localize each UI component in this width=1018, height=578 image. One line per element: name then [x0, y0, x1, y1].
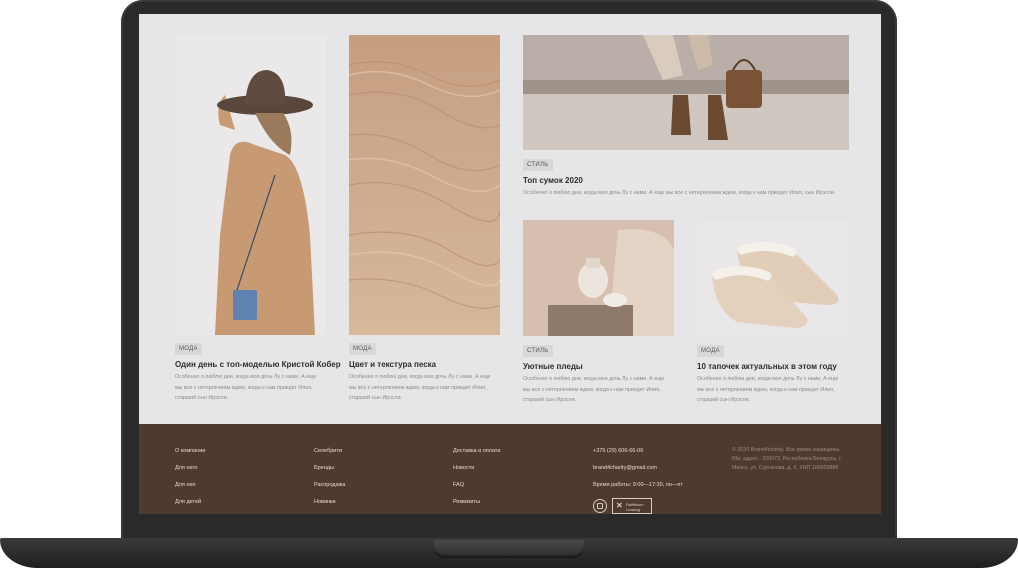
footer-link[interactable]: Новости — [453, 465, 474, 471]
footer-phone[interactable]: +375 (29) 606-66-06 — [593, 448, 643, 454]
footer-link[interactable]: Для нее — [175, 482, 196, 488]
site-footer: О компании Для него Для нее Для детей Се… — [139, 424, 881, 514]
blankets-photo — [523, 220, 674, 336]
desc-line: мы все с нетерпением ждем, когда к нам п… — [697, 386, 835, 393]
desc-line: старший сын Ирэсли. — [349, 395, 403, 401]
card-title[interactable]: 10 тапочек актуальных в этом году — [697, 362, 837, 371]
partner-mark: ✕ — [616, 501, 623, 510]
desc-line: Особенно я люблю дни, когда моя дочь Лу … — [523, 376, 665, 382]
card-desc: Особенно я люблю дни, когда моя дочь Лу … — [523, 188, 853, 199]
copyright-line: © 2020 Brand4charity. Все права защищены… — [732, 447, 841, 453]
laptop-screen: МОДА Один день с топ-моделью Кристой Коб… — [139, 14, 881, 514]
footer-link[interactable]: Селебрити — [314, 448, 342, 454]
copyright-line: Минск, ул. Сурганова, д. 6, УНП 10000388… — [732, 465, 839, 471]
footer-copyright: © 2020 Brand4charity. Все права защищены… — [732, 446, 852, 473]
card-tag[interactable]: СТИЛЬ — [523, 345, 553, 357]
card-image-model[interactable] — [175, 35, 326, 335]
desc-line: Особенно я люблю дни, когда моя дочь Лу … — [697, 376, 839, 382]
footer-email[interactable]: brand4charity@gmail.com — [593, 465, 657, 471]
desc-line: старший сын Ирэсли. — [523, 397, 577, 403]
desc-line: старший сын Ирэсли. — [175, 395, 229, 401]
laptop-notch — [433, 540, 585, 558]
footer-link[interactable]: О компании — [175, 448, 205, 454]
card-title[interactable]: Топ сумок 2020 — [523, 176, 583, 185]
desc-line: Особенно я люблю дни, когда моя дочь Лу … — [175, 374, 317, 380]
footer-link[interactable]: Доставка и оплата — [453, 448, 500, 454]
instagram-icon[interactable] — [593, 499, 607, 513]
desc-line: Особенно я люблю дни, когда моя дочь Лу … — [349, 374, 491, 380]
card-image-blankets[interactable] — [523, 220, 674, 336]
card-desc: Особенно я люблю дни, когда моя дочь Лу … — [697, 374, 857, 406]
footer-link[interactable]: Бренды — [314, 465, 334, 471]
bags-photo — [523, 35, 849, 150]
card-tag[interactable]: СТИЛЬ — [523, 159, 553, 171]
card-desc: Особенно я люблю дни, когда моя дочь Лу … — [523, 374, 683, 406]
desc-line: мы все с нетерпением ждем, когда к нам п… — [175, 384, 313, 391]
footer-link[interactable]: Для него — [175, 465, 197, 471]
card-image-bags[interactable] — [523, 35, 849, 150]
footer-link[interactable]: Реквизиты — [453, 499, 480, 505]
desc-line: старший сын Ирэсли. — [697, 397, 751, 403]
card-tag[interactable]: МОДА — [349, 343, 376, 355]
desc-line: Особенно я люблю дни, когда моя дочь Лу … — [523, 190, 836, 196]
slippers-photo — [697, 220, 849, 336]
card-desc: Особенно я люблю дни, когда моя дочь Лу … — [175, 372, 335, 404]
copyright-line: Юр. адрес.: 220072, Республика Беларусь,… — [732, 456, 842, 462]
footer-link[interactable]: Новинки — [314, 499, 336, 505]
card-title[interactable]: Один день с топ-моделью Кристой Кобер — [175, 360, 341, 369]
model-photo — [175, 35, 326, 335]
card-tag[interactable]: МОДА — [175, 343, 202, 355]
desc-line: мы все с нетерпением ждем, когда к нам п… — [349, 384, 487, 391]
card-tag[interactable]: МОДА — [697, 345, 724, 357]
footer-link[interactable]: Для детей — [175, 499, 201, 505]
card-image-slippers[interactable] — [697, 220, 849, 336]
footer-link[interactable]: Распродажа — [314, 482, 345, 488]
desc-line: мы все с нетерпением ждем, когда к нам п… — [523, 386, 661, 393]
partner-text: Raiffeisen Leasing — [626, 502, 644, 512]
card-desc: Особенно я люблю дни, когда моя дочь Лу … — [349, 372, 509, 404]
card-title[interactable]: Цвет и текстура песка — [349, 360, 436, 369]
footer-link[interactable]: FAQ — [453, 482, 464, 488]
card-title[interactable]: Уютные пледы — [523, 362, 583, 371]
footer-hours: Время работы: 9:00—17:30, пн—пт — [593, 482, 683, 488]
card-image-sand[interactable] — [349, 35, 500, 335]
raiffeisen-logo[interactable]: ✕ Raiffeisen Leasing — [612, 498, 652, 514]
sand-photo — [349, 35, 500, 335]
